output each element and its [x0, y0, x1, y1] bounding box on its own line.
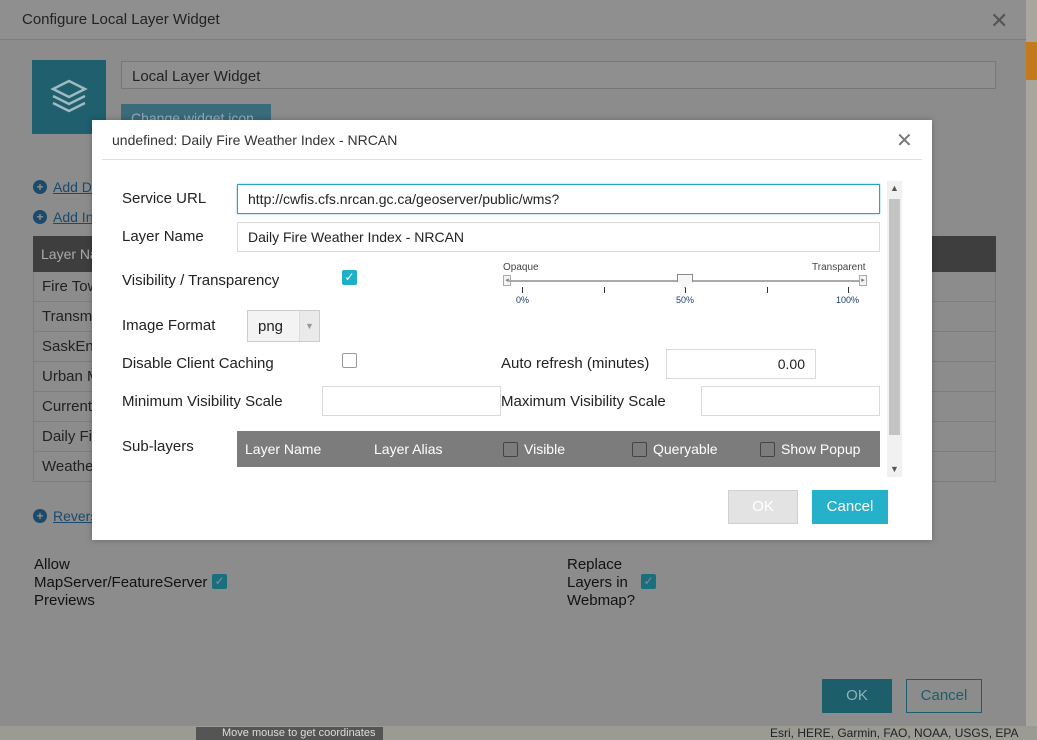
visible-all-checkbox[interactable] [503, 442, 518, 457]
popup-all-checkbox[interactable] [760, 442, 775, 457]
disable-caching-checkbox[interactable] [342, 353, 357, 368]
slider-tick [767, 287, 768, 293]
disable-caching-label: Disable Client Caching [122, 355, 274, 372]
modal-ok-button[interactable]: OK [728, 490, 798, 524]
modal-scrollbar[interactable]: ▲ ▼ [887, 181, 902, 477]
chevron-down-icon: ▼ [299, 311, 319, 341]
service-url-label: Service URL [122, 190, 207, 207]
slider-tick [685, 287, 686, 293]
modal-title: undefined: Daily Fire Weather Index - NR… [112, 132, 398, 148]
tick-label-0: 0% [516, 295, 530, 305]
layer-settings-modal: undefined: Daily Fire Weather Index - NR… [92, 120, 932, 540]
add-link-label: Add D [53, 179, 92, 195]
max-scale-input[interactable] [701, 386, 880, 416]
layer-name-label: Layer Name [122, 228, 204, 245]
image-format-value: png [258, 318, 284, 335]
add-link-label: Add In [53, 209, 94, 225]
row-label: Daily Fi [42, 428, 93, 445]
scroll-down-icon[interactable]: ▼ [887, 462, 902, 477]
slider-tick [604, 287, 605, 293]
row-label: Weathe [42, 458, 94, 475]
opaque-label: Opaque [503, 262, 539, 273]
widget-name-input[interactable]: Local Layer Widget [121, 61, 996, 89]
cancel-button[interactable]: Cancel [906, 679, 982, 713]
layer-name-input[interactable]: Daily Fire Weather Index - NRCAN [237, 222, 880, 252]
queryable-column: Queryable [653, 441, 718, 457]
map-feature [1026, 42, 1037, 80]
modal-cancel-button[interactable]: Cancel [812, 490, 888, 524]
visibility-label: Visibility / Transparency [122, 272, 280, 289]
visible-column: Visible [524, 441, 565, 457]
dialog-title: Configure Local Layer Widget [22, 11, 220, 28]
visibility-checkbox[interactable]: ✓ [342, 270, 357, 285]
close-icon[interactable]: ✕ [990, 10, 1008, 32]
show-popup-column: Show Popup [781, 441, 861, 457]
scroll-up-icon[interactable]: ▲ [887, 181, 902, 196]
slider-tick [848, 287, 849, 293]
close-icon[interactable]: ✕ [896, 131, 913, 151]
replace-layers-label: Replace Layers in Webmap? [567, 556, 636, 609]
service-url-input[interactable]: http://cwfis.cfs.nrcan.gc.ca/geoserver/p… [237, 184, 880, 214]
tick-label-50: 50% [676, 295, 695, 305]
allow-previews-label: Allow MapServer/FeatureServer Previews [34, 556, 208, 609]
tick-label-100: 100% [836, 295, 860, 305]
row-label: Urban M [42, 368, 100, 385]
add-layer-link-1[interactable]: + Add D [33, 179, 92, 195]
plus-icon: + [33, 509, 47, 523]
map-attribution: Esri, HERE, Garmin, FAO, NOAA, USGS, EPA [770, 726, 1019, 740]
row-label: Current [42, 398, 93, 415]
reverse-order-link[interactable]: + Revers [33, 508, 97, 524]
add-layer-link-2[interactable]: + Add In [33, 209, 93, 225]
min-scale-input[interactable] [322, 386, 501, 416]
plus-icon: + [33, 180, 47, 194]
auto-refresh-label: Auto refresh (minutes) [501, 355, 650, 372]
row-label: Transmi [42, 308, 96, 325]
row-label: Fire Tow [42, 278, 99, 295]
max-scale-label: Maximum Visibility Scale [501, 393, 666, 410]
image-format-label: Image Format [122, 317, 216, 334]
map-background [1026, 0, 1037, 740]
scrollbar-thumb[interactable] [889, 199, 900, 435]
image-format-select[interactable]: png ▼ [247, 310, 320, 342]
modal-header: undefined: Daily Fire Weather Index - NR… [102, 120, 922, 160]
replace-layers-checkbox[interactable]: ✓ [641, 574, 656, 589]
dialog-header: Configure Local Layer Widget ✕ [0, 0, 1026, 40]
auto-refresh-input[interactable]: 0.00 [666, 349, 816, 379]
plus-icon: + [33, 210, 47, 224]
sublayer-alias-column: Layer Alias [374, 441, 443, 457]
min-scale-label: Minimum Visibility Scale [122, 393, 283, 410]
sublayer-name-column: Layer Name [245, 441, 322, 457]
allow-previews-checkbox[interactable]: ✓ [212, 574, 227, 589]
slider-increase-icon[interactable]: ▸ [859, 275, 867, 286]
sublayers-table-header: Layer Name Layer Alias Visible Queryable… [237, 431, 880, 467]
transparent-label: Transparent [812, 262, 866, 273]
sublayers-label: Sub-layers [122, 438, 194, 455]
ok-button[interactable]: OK [822, 679, 892, 713]
queryable-all-checkbox[interactable] [632, 442, 647, 457]
slider-tick [522, 287, 523, 293]
layer-name-column: Layer Na [41, 246, 98, 262]
reverse-link-label: Revers [53, 508, 98, 524]
coordinates-readout: Move mouse to get coordinates [196, 727, 384, 740]
